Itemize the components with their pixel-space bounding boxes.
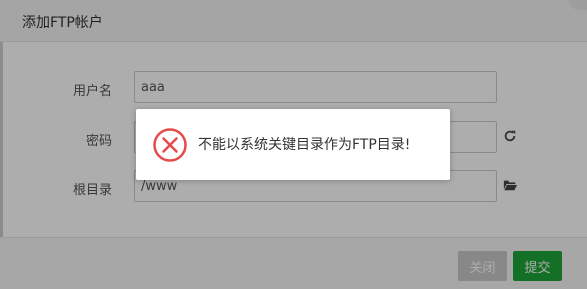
error-message-box: 不能以系统关键目录作为FTP目录! xyxy=(136,109,450,180)
error-circle-icon xyxy=(153,128,187,162)
error-message-text: 不能以系统关键目录作为FTP目录! xyxy=(198,137,411,153)
